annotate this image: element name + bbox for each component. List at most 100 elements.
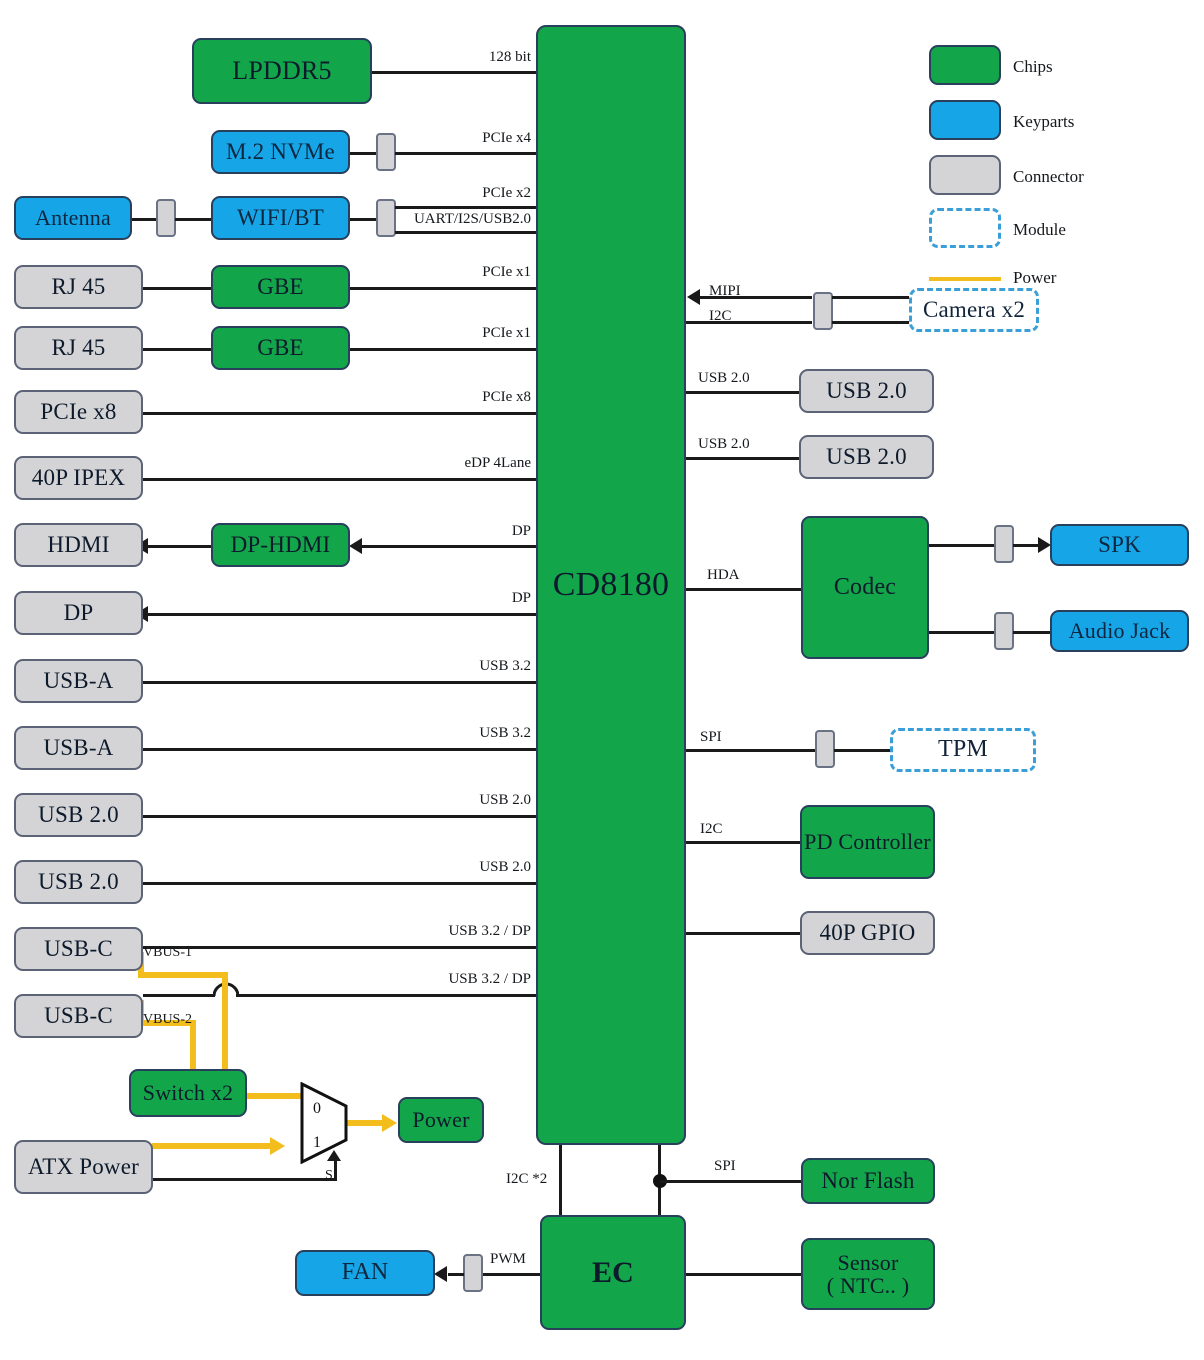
wire-ec-sensor — [686, 1273, 802, 1276]
wire-rj45b-gbeb — [143, 348, 212, 351]
node-40p-gpio[interactable]: 40P GPIO — [800, 911, 935, 955]
node-rj45-1[interactable]: RJ 45 — [14, 265, 143, 309]
node-hdmi[interactable]: HDMI — [14, 523, 143, 567]
wire-lpddr5 — [372, 71, 536, 74]
connector-pad-fan — [463, 1254, 483, 1292]
node-dp-hdmi-bridge[interactable]: DP-HDMI — [211, 523, 350, 567]
node-label: USB 2.0 — [826, 443, 907, 469]
node-label: Switch x2 — [142, 1080, 234, 1106]
node-label: USB 2.0 — [826, 377, 907, 403]
soc-cd8180[interactable]: CD8180 — [536, 25, 686, 1145]
node-label: DP-HDMI — [230, 531, 331, 557]
arrow-dphdmi — [349, 538, 362, 554]
node-label: USB-C — [44, 935, 113, 961]
node-label: TPM — [938, 736, 988, 763]
wire-codec-ajack-a — [929, 631, 995, 634]
node-label: GBE — [257, 334, 304, 360]
node-tpm[interactable]: TPM — [890, 728, 1036, 772]
bus-label-spi-tpm: SPI — [700, 729, 722, 745]
bus-label-pwm: PWM — [490, 1251, 526, 1267]
connector-pad-tpm — [815, 730, 835, 768]
node-gbe-2[interactable]: GBE — [211, 326, 350, 370]
bus-label-usb32-a: USB 3.2 — [479, 658, 531, 674]
bus-label-hda: HDA — [707, 567, 740, 583]
node-label: WIFI/BT — [237, 204, 324, 230]
bus-label-dp-1: DP — [511, 523, 531, 539]
node-pd-controller[interactable]: PD Controller — [800, 805, 935, 879]
wire-usba2 — [143, 748, 536, 751]
mux-input-1-label: 1 — [313, 1134, 321, 1151]
node-label: PD Controller — [804, 829, 931, 855]
node-label: Codec — [833, 573, 897, 600]
legend-label-module: Module — [1013, 220, 1066, 239]
wire-dp — [148, 613, 536, 616]
node-pcie-x8[interactable]: PCIe x8 — [14, 390, 143, 434]
node-usb-20-2[interactable]: USB 2.0 — [14, 860, 143, 904]
node-label: HDMI — [47, 531, 110, 557]
node-right-usb-20-1[interactable]: USB 2.0 — [799, 369, 934, 413]
mux-input-0-label: 0 — [313, 1100, 321, 1117]
node-usb-20-1[interactable]: USB 2.0 — [14, 793, 143, 837]
bus-label-pcie-x1-b: PCIe x1 — [482, 325, 531, 341]
node-spk[interactable]: SPK — [1050, 524, 1189, 566]
bus-label-i2c-x2: I2C *2 — [506, 1171, 548, 1187]
node-label: 40P GPIO — [819, 919, 916, 945]
node-antenna[interactable]: Antenna — [14, 196, 132, 240]
arrow-fan — [434, 1266, 447, 1282]
wire-usbc2-data-a — [143, 994, 215, 997]
connector-pad-wifibt — [376, 199, 396, 237]
node-label: LPDDR5 — [232, 56, 332, 86]
bus-label-usb20-b: USB 2.0 — [479, 859, 531, 875]
wire-dphdmi-hdmi — [148, 545, 212, 548]
node-audio-jack[interactable]: Audio Jack — [1050, 610, 1189, 652]
wire-pciex8 — [143, 412, 536, 415]
node-usb-c-2[interactable]: USB-C — [14, 994, 143, 1038]
bus-label-right-usb20-a: USB 2.0 — [698, 370, 750, 386]
bus-label-edp-4lane: eDP 4Lane — [464, 455, 531, 471]
connector-pad-camera — [813, 292, 833, 330]
bus-label-usb32-b: USB 3.2 — [479, 725, 531, 741]
arrow-mipi — [687, 289, 700, 305]
node-fan[interactable]: FAN — [295, 1250, 435, 1296]
power-label-vbus1: VBUS-1 — [143, 945, 193, 960]
wire-usb20b — [143, 882, 536, 885]
bus-label-right-usb20-b: USB 2.0 — [698, 436, 750, 452]
wire-spi-tpm-a — [686, 749, 816, 752]
block-diagram-canvas: Chips Keyparts Connector Module Power CD… — [0, 0, 1204, 1360]
node-gbe-1[interactable]: GBE — [211, 265, 350, 309]
node-40p-ipex[interactable]: 40P IPEX — [14, 456, 143, 500]
node-power[interactable]: Power — [398, 1097, 484, 1143]
wire-pad-wifibt — [175, 218, 212, 221]
arrow-power — [382, 1114, 397, 1132]
connector-pad-audio-jack — [994, 612, 1014, 650]
node-ec[interactable]: EC — [540, 1215, 686, 1330]
wire-wifibt-uart — [395, 231, 536, 234]
node-nor-flash[interactable]: Nor Flash — [801, 1158, 935, 1204]
power-mux[interactable] — [300, 1082, 350, 1164]
node-sensor[interactable]: Sensor ( NTC.. ) — [801, 1238, 935, 1310]
node-atx-power[interactable]: ATX Power — [14, 1140, 153, 1194]
node-usb-c-1[interactable]: USB-C — [14, 927, 143, 971]
node-lpddr5[interactable]: LPDDR5 — [192, 38, 372, 104]
node-dp[interactable]: DP — [14, 591, 143, 635]
power-switch-to-mux0 — [247, 1093, 305, 1099]
wire-nvme-soc — [395, 152, 536, 155]
node-switch-x2[interactable]: Switch x2 — [129, 1069, 247, 1117]
wire-i2c-camera-a — [686, 321, 812, 324]
node-m2-nvme[interactable]: M.2 NVMe — [211, 130, 350, 174]
node-right-usb-20-2[interactable]: USB 2.0 — [799, 435, 934, 479]
wire-usb20a — [143, 815, 536, 818]
node-camera-x2[interactable]: Camera x2 — [909, 288, 1039, 332]
bus-label-usb32-dp-2: USB 3.2 / DP — [448, 971, 531, 987]
mux-select-label: S — [325, 1168, 333, 1183]
node-wifi-bt[interactable]: WIFI/BT — [211, 196, 350, 240]
node-usb-a-2[interactable]: USB-A — [14, 726, 143, 770]
bus-label-128bit: 128 bit — [488, 49, 531, 65]
wire-codec-ajack-b — [1013, 631, 1053, 634]
node-rj45-2[interactable]: RJ 45 — [14, 326, 143, 370]
legend-swatch-module — [929, 208, 1001, 248]
power-vbus1-v2 — [222, 972, 228, 1072]
node-usb-a-1[interactable]: USB-A — [14, 659, 143, 703]
bus-label-i2c-camera: I2C — [709, 308, 732, 324]
node-codec[interactable]: Codec — [801, 516, 929, 659]
